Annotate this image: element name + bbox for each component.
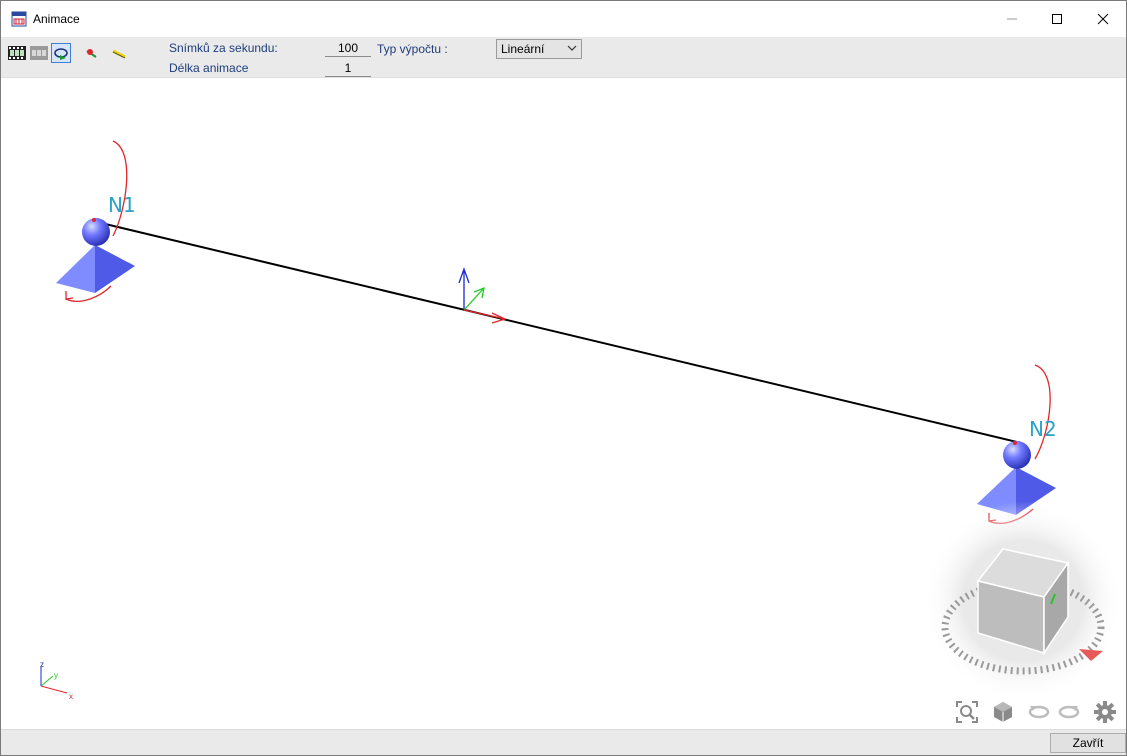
calc-type-label: Typ výpočtu : (377, 42, 448, 56)
status-bar: Zavřít (1, 729, 1126, 755)
rotate-right-icon (1058, 705, 1080, 719)
filmstrip-icon (8, 46, 26, 60)
rotate-left-icon (1028, 705, 1050, 719)
node-label-n1: N1 (108, 193, 136, 217)
red-marker-button[interactable] (81, 43, 101, 63)
rotation-arrow-n2-ry (1034, 364, 1051, 460)
node-label-n2: N2 (1029, 417, 1057, 441)
zoom-extents-button[interactable] (953, 698, 981, 726)
3d-viewport[interactable]: N1 N2 z y x (1, 78, 1126, 729)
view-cube-button[interactable] (989, 698, 1017, 726)
maximize-icon (1052, 14, 1062, 24)
title-bar[interactable]: Animace (1, 1, 1126, 37)
chevron-down-icon (567, 45, 577, 51)
global-axes-indicator: z y x (40, 660, 73, 701)
axis-label-x: x (69, 692, 73, 701)
rotation-arrow-n1-ry (112, 140, 128, 237)
rotate-view-button[interactable] (51, 43, 71, 63)
fps-label: Snímků za sekundu: (169, 41, 278, 55)
calc-type-select[interactable]: Lineární (496, 39, 582, 59)
close-button[interactable]: Zavřít (1050, 733, 1126, 753)
minimize-icon (1007, 18, 1017, 20)
animation-window: Animace Snímků za sekundu: 100 Délka ani… (0, 0, 1127, 756)
filmstrip-grid-icon (30, 46, 48, 60)
rotate-right-button[interactable] (1055, 698, 1083, 726)
duration-label: Délka animace (169, 61, 249, 75)
settings-gear-icon (1094, 701, 1116, 723)
zoom-extents-icon (956, 701, 978, 723)
animation-app-icon (11, 11, 27, 27)
yellow-marker-icon (112, 49, 126, 59)
red-marker-icon (86, 49, 97, 58)
axis-label-y: y (54, 671, 58, 680)
rotate-left-button[interactable] (1025, 698, 1053, 726)
view-cube-icon (994, 702, 1012, 722)
axis-label-z: z (40, 660, 44, 669)
close-icon (1097, 13, 1109, 25)
fps-input[interactable]: 100 (325, 40, 371, 57)
calc-type-value: Lineární (501, 42, 545, 56)
duration-input[interactable]: 1 (325, 60, 371, 77)
yellow-marker-button[interactable] (109, 43, 129, 63)
view-cube[interactable] (923, 501, 1123, 701)
filmstrip-button[interactable] (7, 43, 27, 63)
settings-button[interactable] (1091, 698, 1119, 726)
maximize-button[interactable] (1034, 1, 1080, 37)
close-window-button[interactable] (1080, 1, 1126, 37)
beam-line[interactable] (96, 221, 1018, 443)
window-title: Animace (33, 12, 80, 26)
rotate-view-icon (54, 48, 68, 60)
filmstrip-grid-button[interactable] (29, 43, 49, 63)
minimize-button[interactable] (989, 1, 1035, 37)
